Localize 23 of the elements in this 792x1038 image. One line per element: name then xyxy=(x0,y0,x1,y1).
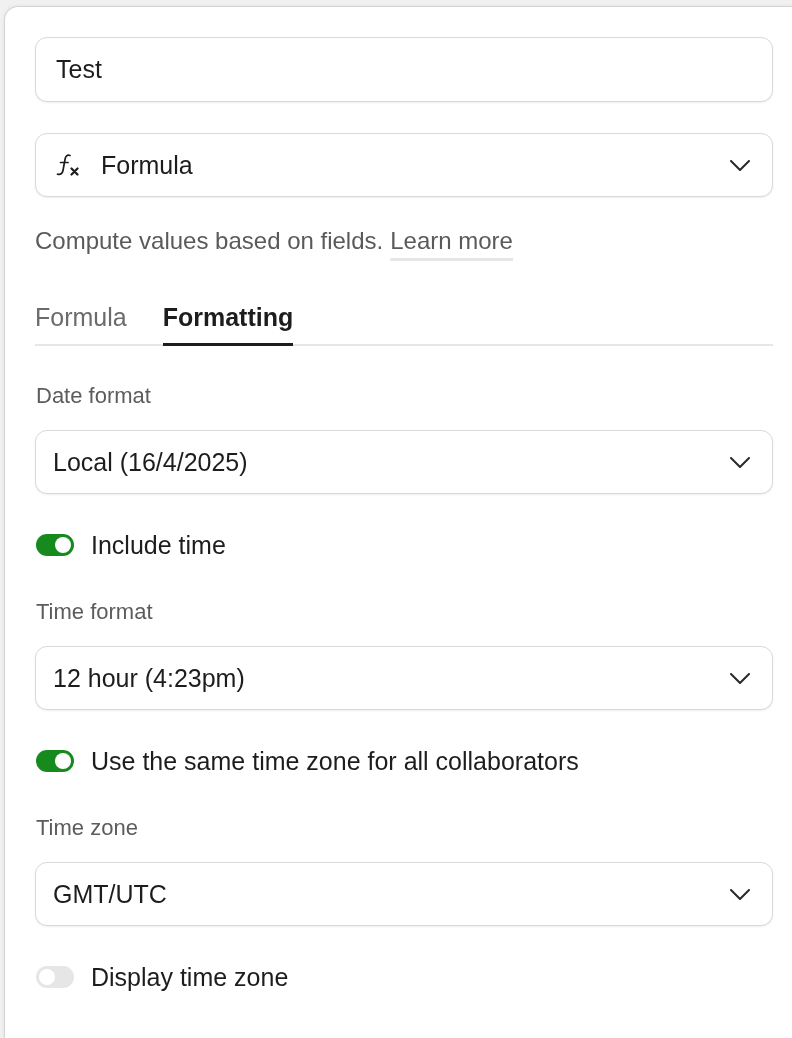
dropdown-select[interactable]: 12 hour (4:23pm) xyxy=(35,646,773,710)
field-label: Date format xyxy=(36,384,152,408)
field-label: Time zone xyxy=(36,816,139,840)
learn-more-link[interactable]: Learn more xyxy=(390,227,513,254)
function-icon xyxy=(55,154,81,176)
chevron-down-icon xyxy=(730,456,750,468)
name-field[interactable]: Test xyxy=(35,37,773,102)
chevron-down-icon xyxy=(730,159,750,171)
toggle-switch[interactable] xyxy=(36,534,74,556)
toggle-label: Include time xyxy=(91,531,226,559)
field-label: Time format xyxy=(36,600,154,624)
toggle-switch[interactable] xyxy=(36,966,74,988)
toggle-label: Use the same time zone for all collaborators xyxy=(91,747,579,775)
tab[interactable]: Formula xyxy=(35,302,127,346)
field-description: Compute values based on fields. Learn more xyxy=(35,226,513,256)
tab[interactable]: Formatting xyxy=(162,302,294,346)
toggle-label: Display time zone xyxy=(91,963,289,991)
toggle-switch[interactable] xyxy=(36,750,74,772)
chevron-down-icon xyxy=(730,888,750,900)
type-select[interactable]: Formula xyxy=(35,133,773,197)
dropdown-select[interactable]: GMT/UTC xyxy=(35,862,773,926)
dropdown-select[interactable]: Local (16/4/2025) xyxy=(35,430,773,494)
chevron-down-icon xyxy=(730,672,750,684)
